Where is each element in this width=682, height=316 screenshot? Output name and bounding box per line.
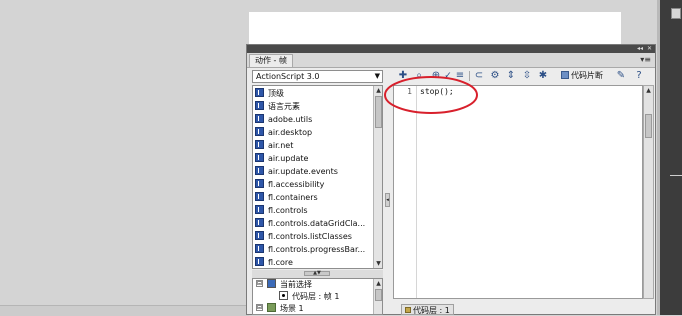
toolbox-item[interactable]: fl.controls.dataGridCla... (255, 217, 373, 230)
target-icon[interactable]: ⊕ (429, 70, 443, 82)
panel-separator (670, 175, 682, 176)
nav-item-code-layer[interactable]: 代码层 : 帧 1 (279, 291, 339, 303)
code-snippets-button[interactable]: 代码片断 (561, 70, 603, 82)
code-hint-icon[interactable]: ⊂ (473, 70, 485, 82)
toolbox-item[interactable]: air.update.events (255, 165, 373, 178)
toolbox-item[interactable]: fl.core (255, 256, 373, 268)
editor-scrollbar[interactable]: ▲ (643, 85, 654, 299)
book-icon (255, 140, 264, 149)
book-icon (255, 153, 264, 162)
scene-icon (267, 303, 276, 312)
toolbox-item[interactable]: 语言元素 (255, 100, 373, 113)
book-icon (255, 192, 264, 201)
snippets-icon (561, 70, 569, 79)
add-icon[interactable]: ✚ (397, 70, 409, 82)
frame-icon (279, 291, 288, 300)
toolbox-item[interactable]: fl.controls.progressBar... (255, 243, 373, 256)
stage-canvas[interactable] (249, 12, 621, 46)
bottom-strip (0, 305, 249, 316)
toolbox-item[interactable]: fl.containers (255, 191, 373, 204)
toolbox-item[interactable]: air.update (255, 152, 373, 165)
magic-wand-icon[interactable]: ✎ (615, 70, 627, 82)
language-select-value: ActionScript 3.0 (256, 72, 320, 81)
toolbox-item[interactable]: 顶级 (255, 87, 373, 100)
book-icon (255, 101, 264, 110)
toolbox-item[interactable]: air.desktop (255, 126, 373, 139)
scroll-down-icon[interactable]: ▼ (374, 259, 382, 268)
code-line[interactable]: stop(); (420, 87, 454, 97)
chevron-down-icon: ▼ (374, 72, 380, 80)
find-icon[interactable]: ⌕ (413, 70, 425, 82)
collapse-between-icon[interactable]: ⇕ (505, 70, 517, 82)
toolbox-item[interactable]: fl.controls.listClasses (255, 230, 373, 243)
collapse-icon[interactable] (671, 8, 681, 19)
expand-all-icon[interactable]: ✱ (537, 70, 549, 82)
selection-icon (267, 279, 276, 288)
check-syntax-icon[interactable]: ✓ (443, 70, 453, 82)
toolbox-item[interactable]: fl.controls (255, 204, 373, 217)
book-icon (255, 127, 264, 136)
collapse-icon[interactable]: ◂◂ (637, 45, 643, 53)
nav-item-current-selection[interactable]: ⊟ 当前选择 (256, 279, 312, 291)
line-number: 1 (407, 87, 412, 96)
actions-toolbar: ✚ ⌕ ⊕ ✓ ≡ ⊂ ⚙ ⇕ ⇳ ✱ 代码片断 ✎ ? (393, 68, 655, 84)
toolbox-item[interactable]: air.net (255, 139, 373, 152)
language-select[interactable]: ActionScript 3.0 ▼ (252, 70, 383, 83)
scrollbar-thumb[interactable] (375, 96, 382, 128)
toolbox-item[interactable]: adobe.utils (255, 113, 373, 126)
book-icon (255, 257, 264, 266)
collapse-selection-icon[interactable]: ⇳ (521, 70, 533, 82)
tree-collapse-icon[interactable]: ⊟ (256, 280, 263, 287)
book-icon (255, 231, 264, 240)
help-icon[interactable]: ? (633, 70, 645, 82)
scroll-up-icon[interactable]: ▲ (374, 279, 382, 288)
close-icon[interactable]: ✕ (647, 45, 652, 53)
panel-divider (657, 0, 660, 315)
tab-actions-frame[interactable]: 动作 - 帧 (249, 54, 293, 67)
book-icon (255, 114, 264, 123)
panel-tab-row: 动作 - 帧 ▾≡ (247, 53, 655, 68)
right-side-panel (657, 0, 682, 315)
actions-panel: ◂◂ ✕ 动作 - 帧 ▾≡ ActionScript 3.0 ▼ 顶级 语言元… (246, 44, 656, 315)
line-number-gutter: 1 (394, 86, 417, 298)
script-navigator: ⊟ 当前选择 代码层 : 帧 1 ⊟ 场景 1 ▲ (252, 278, 383, 315)
script-editor[interactable]: 1 stop(); (393, 85, 643, 299)
nav-item-scene[interactable]: ⊟ 场景 1 (256, 303, 304, 314)
panel-title-bar[interactable]: ◂◂ ✕ (247, 45, 655, 53)
actions-toolbox: 顶级 语言元素 adobe.utils air.desktop air.net … (252, 85, 383, 269)
book-icon (255, 244, 264, 253)
splitter-handle-icon[interactable]: ▲▼ (304, 271, 330, 276)
tab-code-layer[interactable]: 代码层 : 1 (401, 304, 454, 315)
layer-icon (405, 306, 411, 313)
book-icon (255, 218, 264, 227)
book-icon (255, 166, 264, 175)
format-icon[interactable]: ≡ (455, 70, 465, 82)
script-status-bar: 代码层 : 1 (393, 302, 655, 315)
collapse-toolbox-icon[interactable]: ◂ (385, 193, 390, 207)
toolbar-separator (469, 71, 470, 81)
book-icon (255, 205, 264, 214)
tree-collapse-icon[interactable]: ⊟ (256, 304, 263, 311)
scrollbar-thumb[interactable] (645, 114, 652, 138)
scroll-up-icon[interactable]: ▲ (644, 86, 653, 95)
pane-splitter[interactable]: ▲▼ (252, 270, 383, 278)
debug-icon[interactable]: ⚙ (489, 70, 501, 82)
scroll-up-icon[interactable]: ▲ (374, 86, 382, 95)
toolbox-scrollbar[interactable]: ▲ ▼ (373, 86, 382, 268)
toolbox-item[interactable]: fl.accessibility (255, 178, 373, 191)
book-icon (255, 179, 264, 188)
book-icon (255, 88, 264, 97)
navigator-scrollbar[interactable]: ▲ (373, 279, 382, 314)
scrollbar-thumb[interactable] (375, 289, 382, 301)
panel-menu-icon[interactable]: ▾≡ (640, 55, 651, 65)
